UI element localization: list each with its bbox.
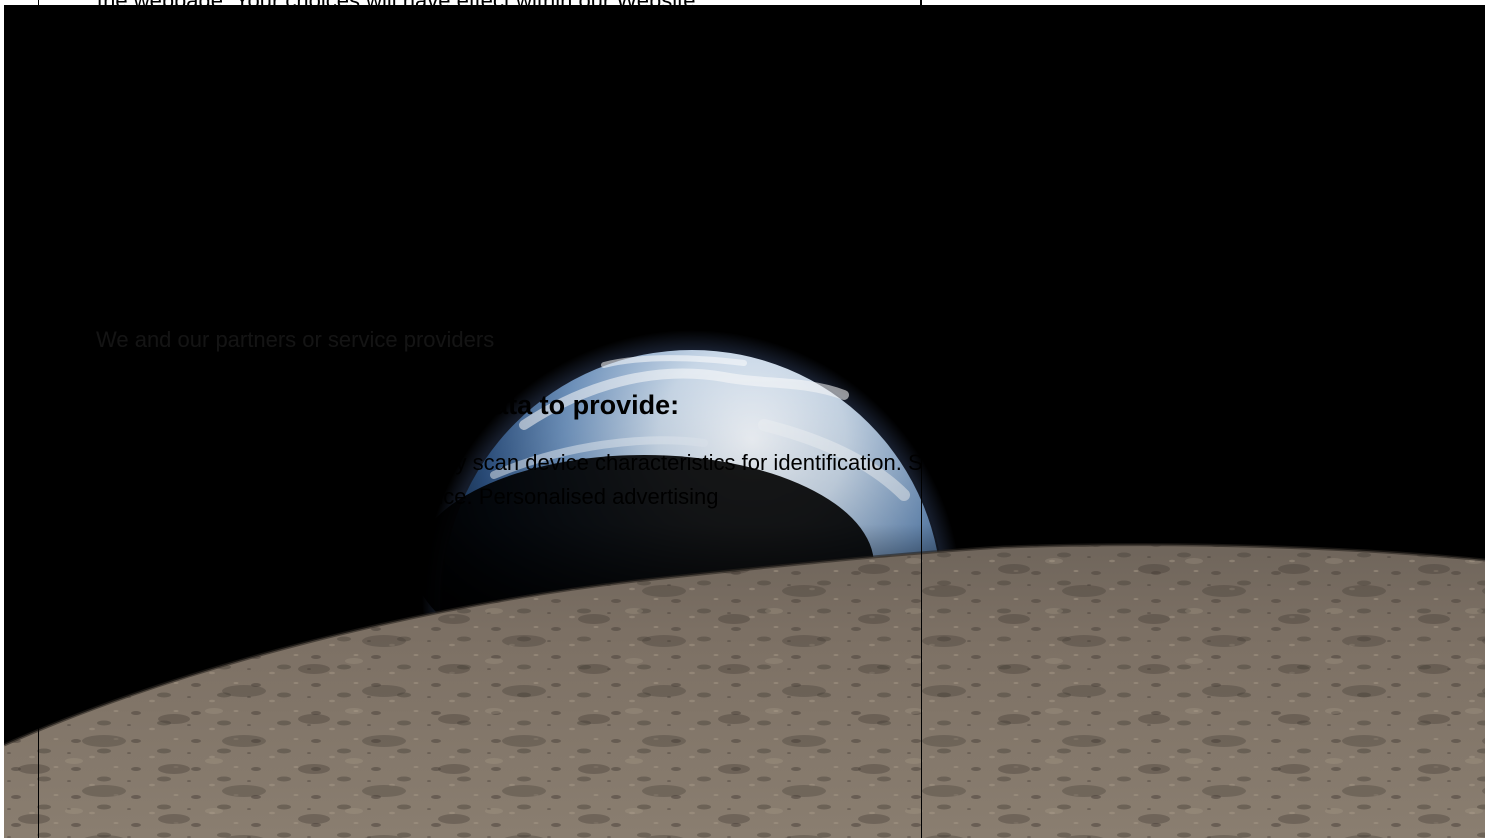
earthrise-image — [4, 5, 1485, 838]
panel-border-left — [38, 0, 39, 838]
page: the webpage. Your choices will have effe… — [0, 0, 1500, 838]
earthrise-svg — [4, 5, 1485, 838]
panel-border-right — [921, 0, 922, 838]
